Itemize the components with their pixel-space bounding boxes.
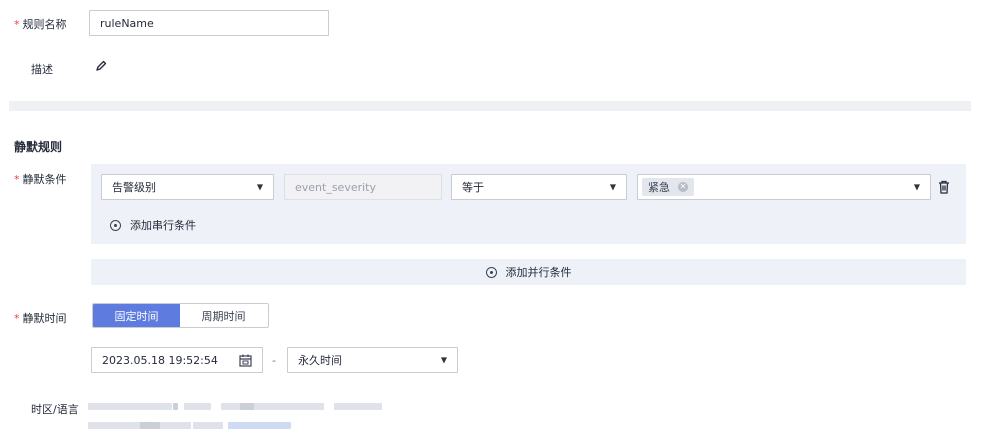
calendar-icon (239, 354, 252, 367)
tab-periodic-time[interactable]: 周期时间 (180, 304, 267, 327)
trash-icon[interactable] (938, 180, 950, 194)
add-circle-icon (485, 266, 497, 278)
section-divider (9, 101, 971, 111)
rule-name-label: * 规则名称 (14, 18, 67, 31)
add-circle-icon (110, 219, 121, 231)
description-label: 描述 (31, 63, 53, 76)
condition-key-field: event_severity (284, 174, 442, 200)
condition-field-select[interactable]: 告警级别 ▼ (101, 174, 274, 200)
date-range-separator: - (272, 354, 276, 367)
condition-operator-value: 等于 (462, 181, 484, 194)
end-time-select[interactable]: 永久时间 ▼ (287, 347, 458, 373)
tag-remove-icon[interactable]: ✕ (678, 182, 688, 192)
silence-condition-label: * 静默条件 (14, 173, 67, 186)
rule-name-input[interactable]: ruleName (89, 10, 329, 36)
add-parallel-condition-button[interactable]: 添加并行条件 (91, 259, 966, 285)
timezone-language-value-blurred (88, 400, 388, 436)
rule-name-value: ruleName (100, 16, 154, 30)
add-parallel-condition-label: 添加并行条件 (505, 266, 572, 279)
start-datetime-value: 2023.05.18 19:52:54 (102, 353, 218, 367)
chevron-down-icon: ▼ (440, 355, 447, 365)
condition-key-value: event_severity (295, 180, 377, 194)
timezone-language-label: 时区/语言 (31, 403, 79, 416)
value-tag-label: 紧急 (648, 181, 670, 194)
section-title: 静默规则 (14, 140, 63, 154)
chevron-down-icon: ▼ (913, 182, 920, 192)
value-tag: 紧急 ✕ (642, 178, 694, 196)
silence-time-label: * 静默时间 (14, 312, 67, 325)
add-serial-condition-label: 添加串行条件 (130, 219, 196, 232)
condition-field-value: 告警级别 (112, 181, 156, 194)
add-serial-condition-button[interactable]: 添加串行条件 (110, 217, 196, 233)
end-time-value: 永久时间 (298, 354, 342, 367)
start-datetime-picker[interactable]: 2023.05.18 19:52:54 (91, 347, 263, 373)
condition-value-multiselect[interactable]: 紧急 ✕ ▼ (637, 174, 931, 200)
tab-fixed-time[interactable]: 固定时间 (93, 304, 180, 327)
condition-operator-select[interactable]: 等于 ▼ (451, 174, 627, 200)
chevron-down-icon: ▼ (256, 182, 263, 192)
chevron-down-icon: ▼ (609, 182, 616, 192)
silence-time-mode-toggle: 固定时间 周期时间 (92, 303, 269, 328)
pencil-icon[interactable] (94, 59, 108, 73)
